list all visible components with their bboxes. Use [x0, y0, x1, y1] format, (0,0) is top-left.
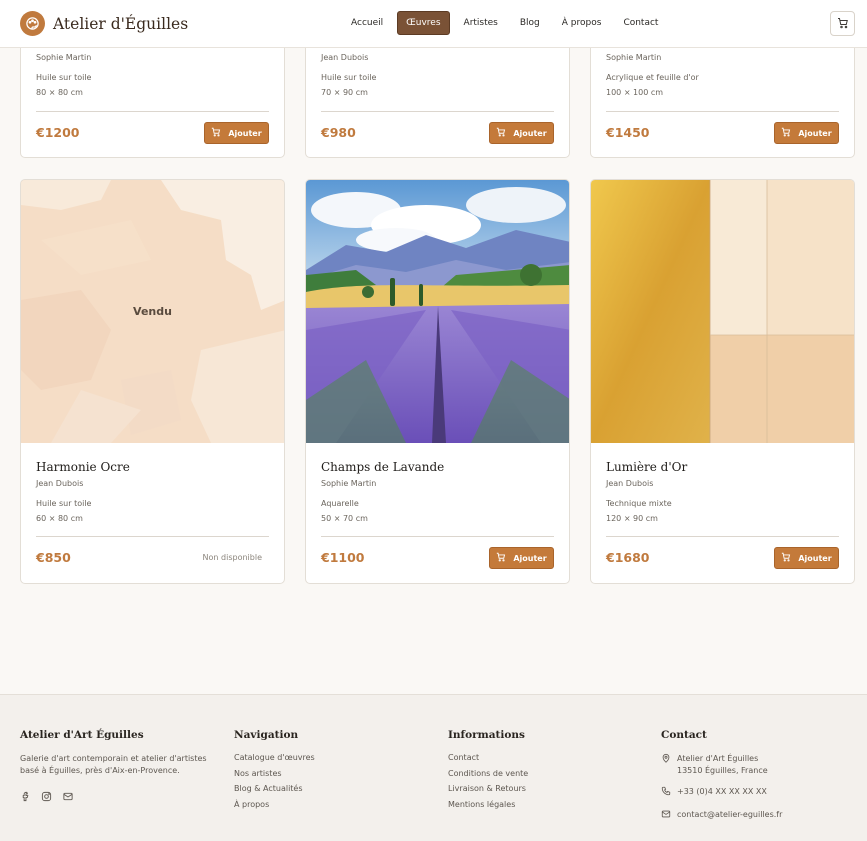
divider [606, 536, 839, 537]
card-artist: Sophie Martin [606, 53, 662, 62]
contact-address: Atelier d'Art Éguilles 13510 Éguilles, F… [661, 753, 782, 777]
footer-about: Atelier d'Art Éguilles Galerie d'art con… [20, 729, 220, 806]
card-title: Lumière d'Or [606, 460, 688, 474]
footer-link-artistes[interactable]: Nos artistes [234, 769, 315, 778]
footer-about-text-2: basé à Éguilles, près d'Aix-en-Provence. [20, 766, 180, 775]
card-size: 80 × 80 cm [36, 88, 83, 97]
cart-icon [496, 552, 506, 564]
nav-blog[interactable]: Blog [512, 11, 548, 35]
divider [321, 536, 554, 537]
add-to-cart-button[interactable]: Ajouter [774, 547, 839, 569]
address-line-2: 13510 Éguilles, France [677, 766, 768, 775]
site-header: Atelier d'Éguilles Accueil Œuvres Artist… [0, 0, 867, 48]
divider [36, 111, 269, 112]
card-price: €980 [321, 125, 356, 140]
sold-label: Vendu [133, 305, 172, 318]
card-price: €1680 [606, 550, 650, 565]
footer-informations-title: Informations [448, 729, 525, 741]
main-nav: Accueil Œuvres Artistes Blog À propos Co… [343, 11, 666, 35]
map-pin-icon [661, 753, 671, 777]
card-medium: Huile sur toile [321, 73, 377, 82]
card-title: Harmonie Ocre [36, 460, 130, 474]
brand-name: Atelier d'Éguilles [53, 14, 189, 33]
divider [321, 111, 554, 112]
card-price: €1450 [606, 125, 650, 140]
nav-accueil[interactable]: Accueil [343, 11, 391, 35]
card-size: 100 × 100 cm [606, 88, 664, 97]
facebook-icon[interactable] [20, 787, 31, 806]
site-footer: Atelier d'Art Éguilles Galerie d'art con… [0, 694, 867, 841]
card-price: €850 [36, 550, 71, 565]
divider [606, 111, 839, 112]
nav-oeuvres[interactable]: Œuvres [397, 11, 450, 35]
footer-navigation: Navigation Catalogue d'œuvres Nos artist… [234, 729, 315, 815]
contact-email[interactable]: contact@atelier-eguilles.fr [661, 809, 782, 823]
card-size: 120 × 90 cm [606, 514, 658, 523]
nav-a-propos[interactable]: À propos [554, 11, 610, 35]
footer-contact: Contact Atelier d'Art Éguilles 13510 Égu… [661, 729, 782, 832]
card-artist: Sophie Martin [36, 53, 92, 62]
nav-contact[interactable]: Contact [615, 11, 666, 35]
footer-link-mentions[interactable]: Mentions légales [448, 800, 528, 809]
footer-informations: Informations Contact Conditions de vente… [448, 729, 528, 815]
footer-link-livraison[interactable]: Livraison & Retours [448, 784, 528, 793]
palette-icon [20, 11, 45, 36]
brand[interactable]: Atelier d'Éguilles [20, 11, 188, 36]
card-price: €1200 [36, 125, 80, 140]
sold-overlay: Vendu [21, 180, 284, 443]
footer-link-conditions[interactable]: Conditions de vente [448, 769, 528, 778]
card-medium: Huile sur toile [36, 499, 92, 508]
add-to-cart-button[interactable]: Ajouter [774, 122, 839, 144]
card-price: €1100 [321, 550, 365, 565]
nav-artistes[interactable]: Artistes [456, 11, 506, 35]
artwork-image [306, 180, 569, 443]
address-line-1: Atelier d'Art Éguilles [677, 754, 759, 763]
footer-navigation-title: Navigation [234, 729, 299, 741]
add-to-cart-button[interactable]: Ajouter [489, 122, 554, 144]
footer-link-catalogue[interactable]: Catalogue d'œuvres [234, 753, 315, 762]
artwork-card[interactable]: Lumière d'Or Jean Dubois Technique mixte… [590, 179, 855, 584]
cart-icon [211, 127, 221, 139]
cart-icon [837, 14, 849, 33]
instagram-icon[interactable] [41, 787, 52, 806]
card-title: Champs de Lavande [321, 460, 445, 474]
card-size: 50 × 70 cm [321, 514, 368, 523]
artwork-card[interactable]: Vendu Harmonie Ocre Jean Dubois Huile su… [20, 179, 285, 584]
card-medium: Acrylique et feuille d'or [606, 73, 699, 82]
cart-button[interactable] [830, 11, 855, 36]
add-to-cart-button[interactable]: Ajouter [204, 122, 269, 144]
card-artist: Sophie Martin [321, 479, 377, 488]
mail-icon[interactable] [62, 787, 74, 806]
card-artist: Jean Dubois [606, 479, 654, 488]
cart-icon [781, 127, 791, 139]
card-artist: Jean Dubois [321, 53, 369, 62]
footer-link-contact[interactable]: Contact [448, 753, 528, 762]
footer-about-title: Atelier d'Art Éguilles [20, 729, 144, 741]
card-size: 60 × 80 cm [36, 514, 83, 523]
phone-icon [661, 786, 671, 800]
card-medium: Aquarelle [321, 499, 359, 508]
card-artist: Jean Dubois [36, 479, 84, 488]
footer-contact-title: Contact [661, 729, 707, 741]
artwork-image [591, 180, 854, 443]
artwork-card[interactable]: Champs de Lavande Sophie Martin Aquarell… [305, 179, 570, 584]
cart-icon [496, 127, 506, 139]
card-size: 70 × 90 cm [321, 88, 368, 97]
artwork-image: Vendu [21, 180, 284, 443]
divider [36, 536, 269, 537]
mail-icon [661, 809, 671, 823]
social-links [20, 787, 220, 806]
card-medium: Technique mixte [606, 499, 672, 508]
footer-about-text-1: Galerie d'art contemporain et atelier d'… [20, 754, 207, 763]
contact-phone[interactable]: +33 (0)4 XX XX XX XX [661, 786, 782, 800]
footer-link-blog[interactable]: Blog & Actualités [234, 784, 315, 793]
card-medium: Huile sur toile [36, 73, 92, 82]
add-to-cart-button[interactable]: Ajouter [489, 547, 554, 569]
footer-link-a-propos[interactable]: À propos [234, 800, 315, 809]
cart-icon [781, 552, 791, 564]
unavailable-label: Non disponible [202, 553, 262, 562]
